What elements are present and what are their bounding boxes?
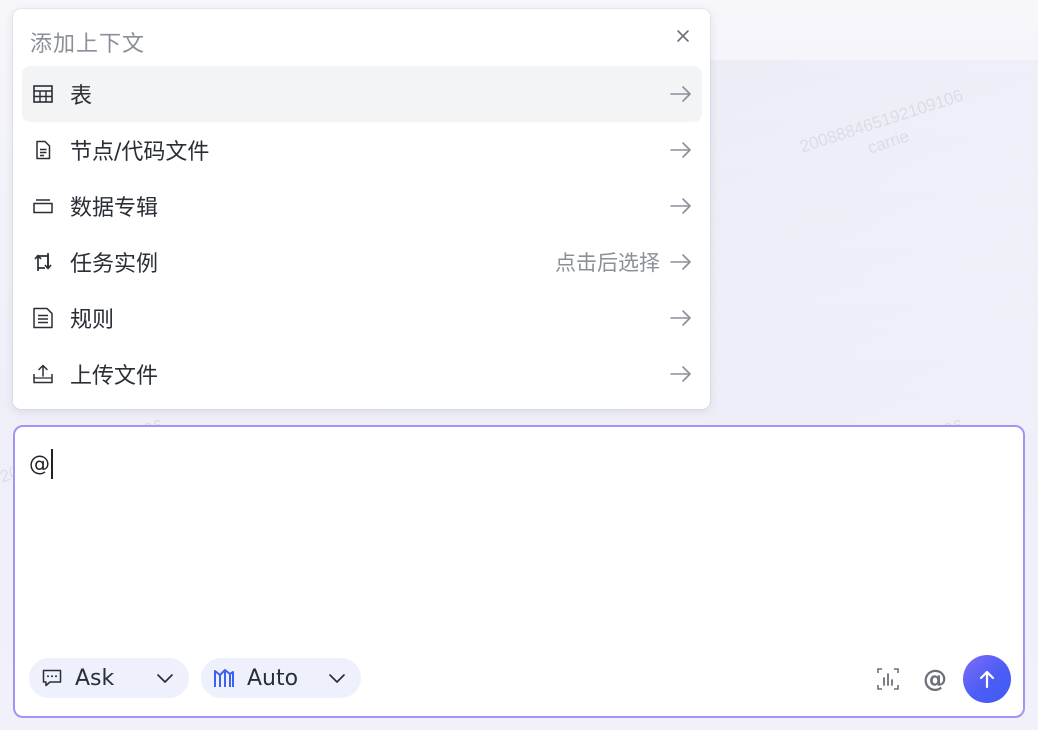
- input-value: @: [29, 452, 50, 476]
- menu-item-label: 数据专辑: [70, 196, 159, 221]
- chevron-down-icon: [325, 666, 349, 690]
- task-instance-icon: [30, 249, 56, 275]
- arrow-right-icon: [668, 361, 694, 387]
- chart-icon: [877, 668, 899, 690]
- menu-item-label: 表: [70, 84, 93, 109]
- menu-item-label: 规则: [70, 308, 115, 333]
- upload-icon: [30, 361, 56, 387]
- menu-item-upload-file[interactable]: 上传文件: [22, 346, 702, 402]
- model-label: Auto: [247, 665, 299, 691]
- chat-input[interactable]: @: [29, 449, 53, 479]
- mention-button[interactable]: @: [921, 665, 949, 693]
- popup-title: 添加上下文: [30, 32, 146, 57]
- rules-doc-icon: [30, 305, 56, 331]
- mode-select[interactable]: Ask: [29, 658, 189, 698]
- album-icon: [30, 193, 56, 219]
- chat-input-box[interactable]: @ Ask Auto @: [13, 425, 1025, 718]
- menu-item-node-code-file[interactable]: 节点/代码文件: [22, 122, 702, 178]
- chat-bubble-icon: [39, 665, 65, 691]
- arrow-up-icon: [979, 670, 995, 689]
- send-button[interactable]: [963, 655, 1011, 703]
- file-icon: [30, 137, 56, 163]
- menu-item-label: 上传文件: [70, 364, 159, 389]
- at-icon: @: [923, 665, 947, 693]
- arrow-right-icon: [668, 305, 694, 331]
- model-select[interactable]: Auto: [201, 658, 361, 698]
- table-icon: [30, 81, 56, 107]
- select-hint: 点击后选择: [555, 251, 660, 275]
- text-caret: [51, 449, 53, 479]
- chevron-down-icon: [153, 666, 177, 690]
- menu-item-rules[interactable]: 规则: [22, 290, 702, 346]
- menu-item-data-album[interactable]: 数据专辑: [22, 178, 702, 234]
- background-texture: [700, 60, 1038, 430]
- add-context-popup: 添加上下文 表 节点/代码文件 数据专辑 任务实例 点击后选择 规则 上传文件: [13, 9, 710, 409]
- arrow-right-icon: [668, 137, 694, 163]
- menu-item-label: 任务实例: [70, 252, 159, 277]
- context-menu: 表 节点/代码文件 数据专辑 任务实例 点击后选择 规则 上传文件: [22, 66, 702, 402]
- chart-button[interactable]: [874, 665, 902, 693]
- close-button[interactable]: [672, 25, 694, 47]
- menu-item-label: 节点/代码文件: [70, 140, 210, 165]
- menu-item-table[interactable]: 表: [22, 66, 702, 122]
- arrow-right-icon: [668, 249, 694, 275]
- arrow-right-icon: [668, 193, 694, 219]
- model-logo-icon: [211, 665, 237, 691]
- arrow-right-icon: [668, 81, 694, 107]
- close-icon: [677, 30, 689, 42]
- mode-label: Ask: [75, 665, 115, 691]
- menu-item-task-instance[interactable]: 任务实例 点击后选择: [22, 234, 702, 290]
